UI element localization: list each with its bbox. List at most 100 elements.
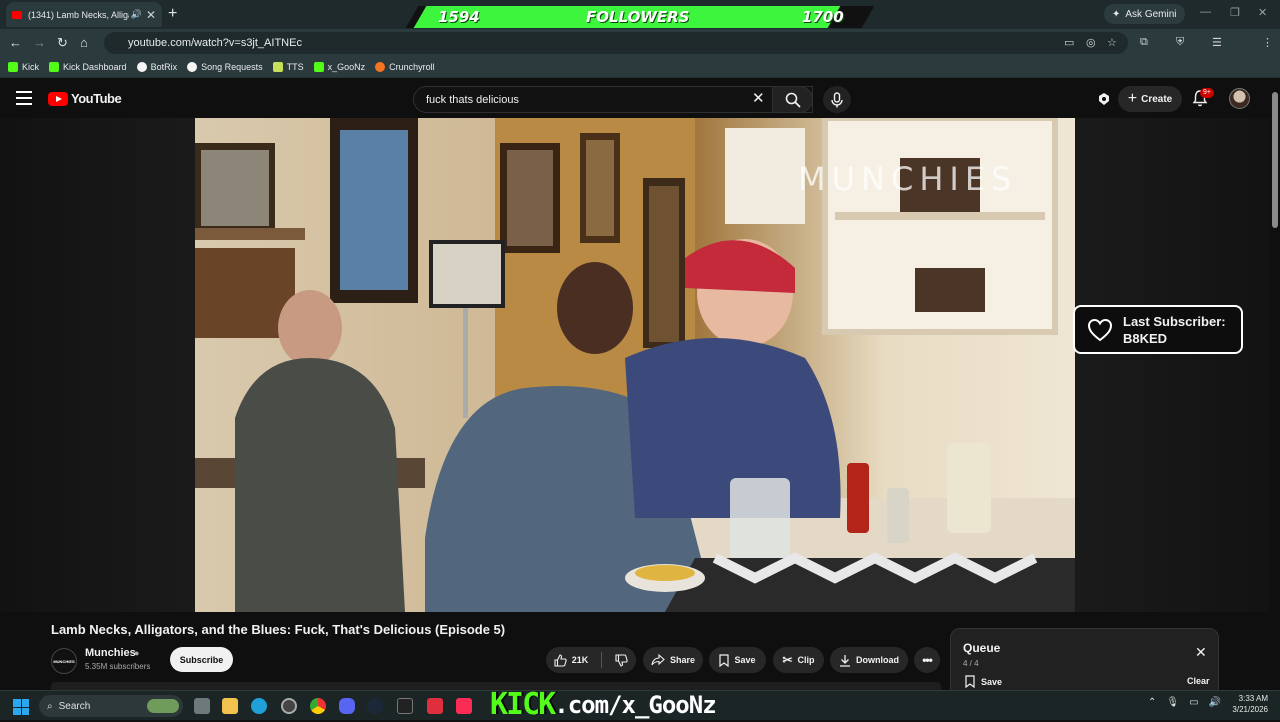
youtube-logo[interactable]: YouTube (48, 91, 122, 106)
home-icon[interactable]: ⌂ (80, 35, 88, 50)
kick-logo-text: KICK (490, 687, 556, 722)
queue-clear-button[interactable]: Clear (1187, 676, 1210, 686)
edge-icon[interactable] (251, 698, 267, 714)
steam-icon[interactable] (367, 698, 383, 714)
clip-button[interactable]: ✂ Clip (773, 647, 824, 673)
ask-gemini-button[interactable]: ✦ Ask Gemini (1104, 4, 1185, 24)
extensions-icon[interactable]: ⧉ (1140, 36, 1148, 49)
queue-title: Queue (963, 641, 1001, 655)
heart-icon (1087, 318, 1113, 341)
create-button[interactable]: + Create (1118, 86, 1182, 112)
crunchyroll-icon (375, 61, 386, 72)
clear-search-icon[interactable]: ✕ (752, 89, 765, 107)
taskbar-clock[interactable]: 3:33 AM 3/21/2026 (1228, 693, 1268, 715)
last-subscriber-name: B8KED (1123, 330, 1168, 346)
chrome-icon[interactable] (310, 698, 326, 714)
premium-shield-icon[interactable] (1097, 92, 1111, 106)
windows-start-icon[interactable] (13, 699, 29, 715)
thumbs-up-icon[interactable] (554, 653, 567, 667)
microphone-icon (831, 91, 843, 107)
file-explorer-icon[interactable] (222, 698, 238, 714)
speaker-icon[interactable]: 🔊 (131, 9, 142, 20)
clock-date: 3/21/2026 (1232, 705, 1268, 714)
voice-search-button[interactable] (823, 86, 851, 113)
minimize-icon[interactable]: — (1200, 6, 1211, 18)
bookmark-crunchyroll[interactable]: Crunchyroll (375, 61, 435, 72)
queue-close-icon[interactable]: ✕ (1195, 644, 1207, 661)
discord-icon[interactable] (339, 698, 355, 714)
last-subscriber-widget: Last Subscriber: B8KED (1073, 305, 1243, 354)
obs-icon[interactable] (281, 698, 297, 714)
download-label: Download (856, 655, 899, 665)
plus-icon: + (1127, 90, 1138, 107)
red-app-icon[interactable] (427, 698, 443, 714)
forward-icon[interactable]: → (33, 35, 46, 50)
reading-list-icon[interactable]: ☰ (1212, 36, 1222, 49)
queue-panel: Queue 4 / 4 ✕ Save Clear (950, 628, 1219, 692)
scrollbar-thumb[interactable] (1272, 92, 1278, 228)
url-field[interactable]: youtube.com/watch?v=s3jt_AITNEc (104, 32, 1128, 54)
song-requests-icon (187, 61, 198, 72)
last-subscriber-text: Last Subscriber: B8KED (1123, 314, 1226, 346)
search-icon (785, 92, 801, 108)
search-highlight-icon (147, 699, 179, 713)
verified-check-icon: ● (134, 648, 140, 658)
bookmark-icon (965, 675, 975, 688)
epic-games-icon[interactable] (397, 698, 413, 714)
taskbar-search-label: Search (58, 700, 91, 712)
tray-chevron-icon[interactable]: ⌃ (1148, 697, 1156, 708)
task-view-icon[interactable] (194, 698, 210, 714)
bookmark-tts[interactable]: TTS (272, 61, 304, 72)
bookmark-x-goonz[interactable]: x_GooNz (313, 61, 365, 72)
like-count[interactable]: 21K (572, 655, 589, 665)
network-icon[interactable]: ▭ (1189, 697, 1198, 708)
notification-badge: 9+ (1200, 88, 1214, 98)
taskbar-search[interactable]: ⌕ Search (39, 695, 183, 717)
save-button[interactable]: Save (709, 647, 766, 673)
eye-off-icon[interactable]: ◎ (1086, 36, 1096, 49)
queue-count: 4 / 4 (963, 659, 979, 668)
hamburger-menu-icon[interactable] (16, 91, 32, 105)
share-arrow-icon (651, 654, 665, 666)
queue-save-label: Save (981, 676, 1003, 687)
ask-gemini-label: Ask Gemini (1125, 8, 1177, 20)
search-button[interactable] (772, 86, 813, 113)
queue-save-button[interactable]: Save (965, 675, 1002, 688)
volume-icon[interactable]: 🔊 (1209, 697, 1221, 708)
bookmark-song-requests[interactable]: Song Requests (187, 61, 263, 72)
menu-kebab-icon[interactable]: ⋮ (1262, 36, 1273, 49)
bookmark-botrix[interactable]: BotRix (136, 61, 177, 72)
window-close-icon[interactable]: ✕ (1258, 6, 1267, 19)
thumbs-down-icon[interactable] (615, 653, 628, 667)
subscribe-button[interactable]: Subscribe (170, 647, 233, 672)
bookmark-kick-dashboard[interactable]: Kick Dashboard (49, 61, 127, 72)
share-label: Share (669, 655, 695, 665)
bookmarks-bar: Kick Kick Dashboard BotRix Song Requests… (0, 56, 1280, 78)
new-tab-icon[interactable]: + (168, 5, 177, 23)
kick-icon (8, 61, 18, 72)
account-avatar[interactable] (1229, 88, 1250, 109)
reload-icon[interactable]: ↻ (57, 35, 68, 51)
restore-icon[interactable]: ❐ (1230, 6, 1240, 19)
channel-name[interactable]: Munchies (85, 647, 136, 659)
music-app-icon[interactable] (456, 698, 472, 714)
close-tab-icon[interactable]: ✕ (146, 8, 156, 22)
back-icon[interactable]: ← (9, 35, 22, 50)
bookmark-star-icon[interactable]: ☆ (1107, 36, 1117, 49)
bookmark-kick[interactable]: Kick (8, 61, 39, 72)
microphone-tray-icon[interactable]: 🎙 (1166, 697, 1179, 708)
incognito-icon[interactable]: ⛨ (1176, 36, 1184, 49)
browser-tab-youtube[interactable]: (1341) Lamb Necks, Alligators, and the B… (6, 2, 162, 27)
channel-avatar[interactable]: MUNCHIES (51, 648, 77, 674)
goal-current: 1594 (438, 8, 480, 26)
follower-goal-bar: 1594 FOLLOWERS 1700 (405, 6, 875, 28)
youtube-favicon-icon (12, 10, 22, 19)
install-app-icon[interactable]: ▭ (1064, 36, 1074, 49)
tab-title: (1341) Lamb Necks, Alligators, and the B… (28, 9, 129, 20)
kick-icon (49, 61, 60, 72)
goal-label: FOLLOWERS (586, 8, 690, 26)
more-actions-button[interactable]: ••• (914, 647, 940, 673)
share-button[interactable]: Share (643, 647, 703, 673)
download-icon (840, 654, 850, 667)
download-button[interactable]: Download (830, 647, 908, 673)
